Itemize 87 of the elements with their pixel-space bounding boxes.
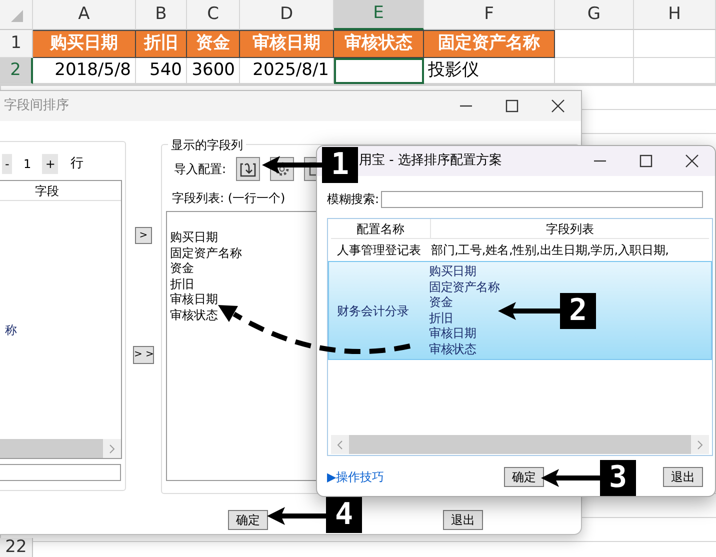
table-cell[interactable]: 540 — [136, 58, 187, 84]
header-cell: 购买日期 — [33, 30, 136, 58]
table-cell[interactable]: 投影仪 — [424, 58, 555, 84]
field-line: 购买日期 — [170, 230, 219, 246]
header-cell: 资金 — [187, 30, 240, 58]
field-list-text: 固定资产名称 — [429, 280, 500, 295]
exit-button[interactable]: 退出 — [443, 510, 483, 530]
scrollbar[interactable] — [0, 439, 121, 458]
empty-cell[interactable] — [555, 58, 634, 84]
ok-button[interactable]: 确定 — [228, 510, 268, 530]
search-field[interactable] — [381, 190, 704, 208]
import-icon — [240, 161, 256, 177]
table-row[interactable]: 人事管理登记表 部门,工号,姓名,性别,出生日期,学历,入职日期, — [331, 239, 709, 261]
import-label: 导入配置: — [174, 161, 226, 178]
field-list-text: 折旧 — [429, 310, 454, 326]
step-number: 3 — [600, 460, 636, 496]
field-list-text: 审核日期 — [429, 326, 478, 342]
spinner-value: 1 — [12, 154, 42, 174]
header-cell: 审核日期 — [240, 30, 334, 58]
empty-cell[interactable] — [634, 30, 716, 58]
ok-button[interactable]: 确定 — [504, 467, 544, 487]
field-line: 审核状态 — [170, 308, 219, 323]
header-cell: 折旧 — [136, 30, 187, 58]
column-header[interactable]: 字段列表 — [431, 219, 709, 238]
field-list-text: 审核状态 — [429, 342, 478, 357]
row-number[interactable]: 1 — [0, 30, 33, 58]
column-header[interactable]: F — [424, 0, 555, 30]
field-line: 资金 — [170, 261, 195, 276]
select-all-icon[interactable] — [9, 8, 23, 22]
step-number: 1 — [322, 147, 358, 183]
add-button[interactable]: > — [135, 227, 152, 244]
field-list-text: 购买日期 — [429, 264, 478, 280]
empty-cell[interactable] — [634, 58, 716, 84]
chevron-left-icon[interactable] — [337, 440, 343, 450]
field-line: 审核日期 — [170, 292, 219, 308]
list-item[interactable]: 称 — [0, 321, 121, 339]
maximize-icon[interactable] — [505, 99, 519, 113]
field-line: 折旧 — [170, 276, 195, 292]
step-number: 2 — [560, 293, 596, 329]
field-list-text: 部门,工号,姓名,性别,出生日期,学历,入职日期, — [431, 242, 669, 258]
table-cell[interactable]: 2025/8/1 — [240, 58, 334, 84]
row-number[interactable]: 2 — [0, 58, 33, 84]
column-header[interactable]: A — [33, 0, 136, 30]
column-header[interactable]: 配置名称 — [331, 219, 431, 238]
group-title: 显示的字段列 — [168, 136, 246, 154]
window-title: 字段间排序 — [4, 97, 69, 116]
column-header[interactable]: 字段 — [0, 181, 121, 201]
table-cell[interactable]: 2018/5/8 — [33, 58, 136, 84]
column-header[interactable]: C — [187, 0, 240, 30]
list-label: 字段列表: (一行一个) — [172, 190, 286, 207]
scrollbar[interactable] — [331, 435, 709, 454]
column-header[interactable]: B — [136, 0, 187, 30]
config-name: 人事管理登记表 — [336, 242, 422, 259]
arrow — [262, 156, 322, 174]
maximize-icon[interactable] — [639, 154, 653, 168]
chevron-right-icon[interactable] — [697, 440, 703, 450]
import-button[interactable] — [236, 157, 260, 181]
column-header[interactable]: H — [634, 0, 716, 30]
column-header[interactable]: G — [555, 0, 634, 30]
config-name: 财务会计分录 — [336, 302, 410, 320]
row-label: 行 — [70, 155, 84, 174]
header-cell: 固定资产名称 — [424, 30, 555, 58]
row-number[interactable]: 22 — [0, 538, 33, 557]
add-all-button[interactable]: > > — [133, 346, 154, 364]
close-icon[interactable] — [685, 154, 699, 168]
field-line: 固定资产名称 — [170, 246, 243, 261]
search-label: 模糊搜索: — [327, 191, 380, 208]
header-cell: 审核状态 — [334, 30, 424, 58]
minus-button[interactable]: - — [2, 155, 12, 173]
arrow — [498, 302, 560, 320]
column-header[interactable]: E — [334, 0, 424, 30]
close-icon[interactable] — [551, 99, 565, 113]
field-list-text: 资金 — [429, 295, 454, 310]
table-cell[interactable]: 3600 — [187, 58, 240, 84]
window-title: 用宝 - 选择排序配置方案 — [359, 152, 502, 170]
field-list[interactable]: 字段 称 — [0, 180, 122, 459]
chevron-right-icon[interactable] — [109, 444, 115, 454]
plus-button[interactable]: + — [42, 155, 58, 173]
arrow — [541, 469, 600, 487]
text-field[interactable] — [0, 464, 121, 481]
step-number: 4 — [326, 497, 362, 533]
column-header[interactable]: D — [240, 0, 334, 30]
selected-cell[interactable] — [334, 58, 424, 84]
tips-link[interactable]: ▶操作技巧 — [327, 468, 384, 486]
exit-button[interactable]: 退出 — [663, 467, 704, 487]
arrow — [267, 507, 326, 525]
number-spinner[interactable]: - 1 + — [2, 154, 58, 174]
